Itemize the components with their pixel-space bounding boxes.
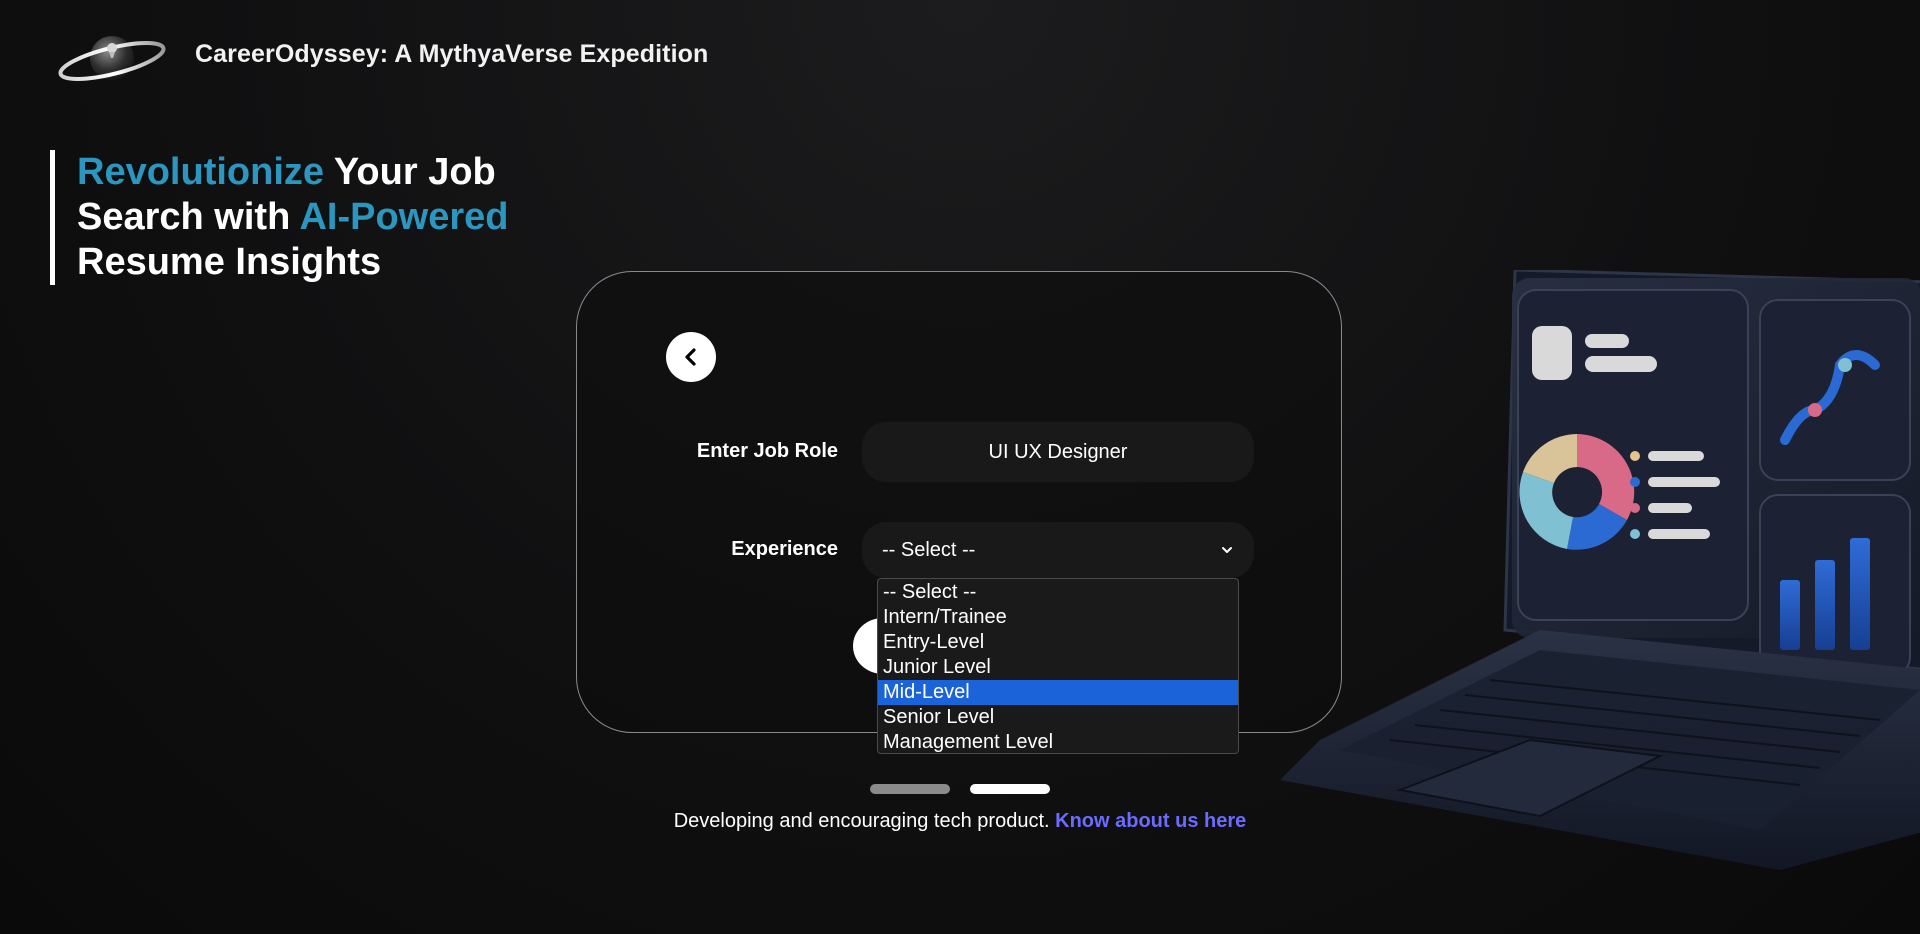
chevron-down-icon (1222, 547, 1232, 553)
page: CareerOdyssey: A MythyaVerse Expedition … (0, 0, 1920, 934)
hero-headline: Revolutionize Your Job Search with AI-Po… (50, 150, 577, 285)
option-select[interactable]: -- Select -- (878, 580, 1238, 605)
job-role-input[interactable] (862, 422, 1254, 482)
hero-text-1: Your Job (324, 151, 496, 193)
footer-tagline: Developing and encouraging tech product. (673, 810, 1056, 832)
laptop-illustration (1280, 270, 1920, 870)
planet-logo-icon[interactable] (56, 30, 168, 90)
brand-title: CareerOdyssey: A MythyaVerse Expedition (195, 40, 709, 68)
experience-dropdown-list: -- Select -- Intern/Trainee Entry-Level … (877, 578, 1239, 754)
pager-dot-2-active[interactable] (970, 784, 1050, 794)
option-entry-level[interactable]: Entry-Level (878, 630, 1238, 655)
pager-dot-1[interactable] (870, 784, 950, 794)
hero-accent-2: AI-Powered (299, 196, 509, 238)
hero-text-3: Resume Insights (77, 241, 382, 283)
experience-label: Experience (731, 538, 838, 560)
hero-accent-1: Revolutionize (77, 151, 325, 193)
back-button[interactable] (666, 332, 716, 382)
experience-select[interactable]: -- Select -- (862, 522, 1254, 578)
option-junior-level[interactable]: Junior Level (878, 655, 1238, 680)
experience-selected-value: -- Select -- (882, 538, 976, 561)
option-intern-trainee[interactable]: Intern/Trainee (878, 605, 1238, 630)
option-senior-level[interactable]: Senior Level (878, 705, 1238, 730)
chevron-left-icon (685, 348, 696, 366)
option-mid-level[interactable]: Mid-Level (878, 680, 1238, 705)
know-about-us-link[interactable]: Know about us here (1055, 810, 1246, 832)
job-role-label: Enter Job Role (696, 440, 838, 462)
hero-text-2: Search with (77, 196, 300, 238)
option-management-level[interactable]: Management Level (878, 730, 1238, 753)
